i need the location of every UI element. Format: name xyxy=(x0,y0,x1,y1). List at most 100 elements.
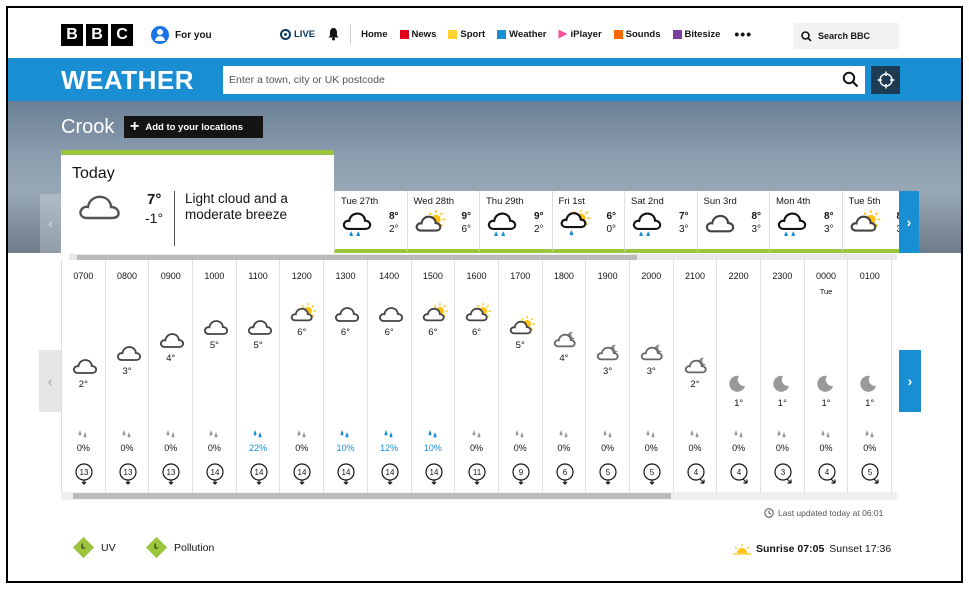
day-card[interactable]: Mon 4th 8° 3° xyxy=(769,191,842,253)
moon-icon xyxy=(815,374,841,401)
nav-item-news[interactable]: News xyxy=(394,22,443,46)
hours-scrollbar[interactable] xyxy=(61,492,897,500)
bell-icon xyxy=(328,28,339,41)
nav-item-sport[interactable]: Sport xyxy=(442,22,491,46)
raindrop-icon xyxy=(805,429,848,441)
logo-letter: B xyxy=(61,24,83,46)
raindrop-icon xyxy=(717,429,760,441)
day-card[interactable]: Fri 1st 6° 0° xyxy=(551,191,624,253)
hour-column[interactable]: 0100 1° 0% 5 xyxy=(848,260,893,493)
hour-column[interactable]: 1800 4° 0% 6 xyxy=(543,260,587,493)
hours-scroll-right-button[interactable]: › xyxy=(899,350,921,412)
bbc-logo[interactable]: B B C xyxy=(61,24,133,46)
rain-chance: 0% xyxy=(688,443,702,453)
moon-icon xyxy=(858,374,884,401)
search-label: Search BBC xyxy=(818,31,871,41)
hour-time: 1300 xyxy=(335,271,356,281)
nav-item-iplayer[interactable]: iPlayer xyxy=(552,22,607,46)
sunny-cloud-icon xyxy=(465,303,492,330)
wind-speed: 11 xyxy=(473,468,482,477)
day-high: 6° xyxy=(606,211,616,222)
day-high: 8° xyxy=(388,211,399,222)
hour-time: 1800 xyxy=(553,271,574,281)
hour-column[interactable]: 1700 5° 0% 9 xyxy=(499,260,543,493)
bbc-search-button[interactable]: Search BBC xyxy=(793,23,899,49)
hour-column[interactable]: 0700 2° 0% 13 xyxy=(62,260,106,493)
cloud-icon xyxy=(247,316,273,343)
add-location-button[interactable]: + Add to your locations xyxy=(124,116,263,138)
sunny-cloud-icon xyxy=(414,210,446,241)
hour-column[interactable]: 1600 6° 0% 11 xyxy=(455,260,499,493)
hour-time: 0000 xyxy=(816,271,837,281)
nav-item-weather[interactable]: Weather xyxy=(491,22,552,46)
locate-me-button[interactable] xyxy=(871,66,900,94)
day-card[interactable]: Tue 5th 8° 3° xyxy=(841,191,899,253)
day-card[interactable]: Tue 27th 8° 2° xyxy=(334,191,407,253)
hour-column[interactable]: 2100 2° 0% 4 xyxy=(674,260,718,493)
hour-column[interactable]: 1300 6° 10% 14 xyxy=(324,260,368,493)
day-low: 2° xyxy=(388,224,399,235)
hour-time: 1900 xyxy=(597,271,618,281)
hour-column[interactable]: 0900 4° 0% 13 xyxy=(149,260,194,493)
hour-temp: 5° xyxy=(515,340,525,351)
moon-icon xyxy=(771,374,797,401)
weather-logo[interactable]: WEATHER xyxy=(61,65,194,96)
hour-column[interactable]: 2200 1° 0% 4 xyxy=(717,260,761,493)
wind-speed: 3 xyxy=(781,468,786,477)
hour-column[interactable]: 1100 5° 22% 14 xyxy=(237,260,281,493)
hour-temp: 1° xyxy=(734,398,744,409)
notifications-button[interactable] xyxy=(321,22,346,46)
last-updated-text: Last updated today at 06:01 xyxy=(778,508,884,518)
sunny-cloud-icon xyxy=(422,303,448,330)
live-icon xyxy=(280,28,291,40)
hours-scroll-left-button[interactable]: ‹ xyxy=(39,350,61,412)
hour-column[interactable]: 0800 3° 0% 13 xyxy=(106,260,150,493)
nav-item-home[interactable]: Home xyxy=(355,22,393,46)
day-card[interactable]: Thu 29th 9° 2° xyxy=(479,191,552,253)
nav-item-bitesize[interactable]: Bitesize xyxy=(667,22,727,46)
wind-speed: 5 xyxy=(606,468,611,477)
days-scroll-right-button[interactable]: › xyxy=(899,191,919,253)
day-name: Wed 28th xyxy=(413,196,455,207)
rain-chance: 0% xyxy=(601,443,615,453)
for-you-link[interactable]: For you xyxy=(151,26,212,44)
cloud-icon xyxy=(378,303,404,330)
cloud-icon xyxy=(334,303,360,330)
scrollbar-thumb[interactable] xyxy=(73,493,671,499)
raindrop-icon xyxy=(674,429,717,441)
uv-indicator[interactable]: L UV xyxy=(72,536,116,559)
rain-chance: 12% xyxy=(380,443,399,453)
moon-cloud-icon xyxy=(596,342,622,369)
live-link[interactable]: LIVE xyxy=(274,22,321,46)
more-menu-button[interactable]: ••• xyxy=(726,26,760,42)
wind-icon: 5 xyxy=(860,463,880,490)
search-icon[interactable] xyxy=(842,71,859,88)
today-card[interactable]: Today 7° -1° Light cloud and a moderate … xyxy=(61,150,334,253)
hour-column[interactable]: 1900 3° 0% 5 xyxy=(586,260,630,493)
add-location-label: Add to your locations xyxy=(145,121,243,133)
day-card[interactable]: Wed 28th 9° 6° xyxy=(406,191,479,253)
hour-column[interactable]: 2300 1° 0% 3 xyxy=(761,260,805,493)
wind-speed: 6 xyxy=(562,468,567,477)
hour-column[interactable]: 1400 6° 12% 14 xyxy=(368,260,412,493)
pollution-indicator[interactable]: L Pollution xyxy=(145,536,214,559)
days-scroll-left-button[interactable]: ‹ xyxy=(40,194,61,253)
nav-label: News xyxy=(411,28,437,40)
hour-column[interactable]: 0000 Tue 1° 0% 4 xyxy=(805,260,849,493)
today-description: Light cloud and a moderate breeze xyxy=(185,191,288,222)
hour-column[interactable]: 1000 5° 0% 14 xyxy=(193,260,237,493)
hour-column[interactable]: 1500 6° 10% 14 xyxy=(412,260,456,493)
wind-icon: 13 xyxy=(118,463,138,490)
hour-temp: 6° xyxy=(340,327,351,338)
hour-column[interactable]: 1200 6° 0% 14 xyxy=(280,260,325,493)
hour-time: 0800 xyxy=(117,271,138,281)
sunrise-time: Sunrise 07:05 xyxy=(756,543,825,555)
hour-column[interactable]: 2000 3° 0% 5 xyxy=(630,260,674,493)
day-low: 3° xyxy=(678,224,689,235)
location-search-input[interactable]: Enter a town, city or UK postcode xyxy=(223,66,865,94)
hour-day: Tue xyxy=(819,287,833,296)
nav-label: Home xyxy=(361,28,388,40)
day-card[interactable]: Sat 2nd 7° 3° xyxy=(624,191,697,253)
nav-item-sounds[interactable]: Sounds xyxy=(608,22,667,46)
day-card[interactable]: Sun 3rd 8° 3° xyxy=(696,191,769,253)
